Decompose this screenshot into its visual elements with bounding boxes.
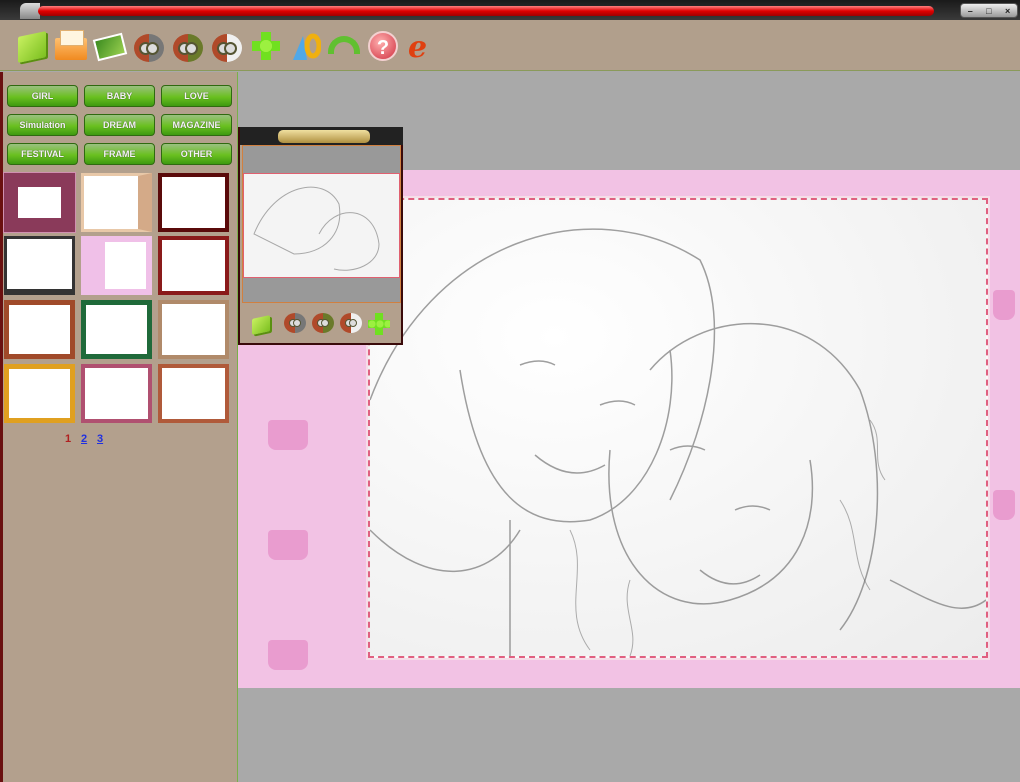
open-folder-icon: [18, 30, 46, 63]
sort-icon: [293, 33, 321, 60]
page-1-link[interactable]: 1: [65, 433, 71, 445]
effect-green-button[interactable]: [170, 28, 205, 63]
open-folder-icon: [252, 315, 270, 335]
frame-thumbnail[interactable]: [81, 300, 152, 359]
picture-edit-icon: [92, 32, 128, 61]
frame-thumbnail[interactable]: [3, 172, 76, 233]
window-controls: – □ ×: [960, 3, 1018, 18]
mail-button[interactable]: [53, 28, 88, 63]
undo-button[interactable]: [326, 28, 361, 63]
frame-thumbnail[interactable]: [81, 173, 152, 232]
frame-thumbnail[interactable]: [4, 236, 75, 295]
navigator-photo-thumbnail: [243, 173, 400, 278]
cake-decoration: [268, 420, 308, 450]
minimize-button[interactable]: –: [968, 6, 973, 16]
website-button[interactable]: e: [404, 28, 439, 65]
page-2-link[interactable]: 2: [81, 433, 87, 445]
owl-white-icon: [212, 33, 242, 62]
ie-icon: e: [408, 29, 428, 65]
maximize-button[interactable]: □: [986, 6, 991, 16]
frame-thumbnail[interactable]: [158, 364, 229, 423]
title-progress-bar: [38, 6, 934, 16]
edit-picture-button[interactable]: [92, 28, 128, 63]
category-simulation-button[interactable]: Simulation: [7, 114, 78, 136]
category-love-button[interactable]: LOVE: [161, 85, 232, 107]
sketch-photo[interactable]: [366, 196, 990, 660]
navigator-title-bar[interactable]: [240, 127, 403, 145]
frame-thumbnail[interactable]: [81, 236, 152, 295]
sort-button[interactable]: [287, 28, 322, 63]
owl-white-icon: [340, 313, 362, 333]
move-arrows-icon: [252, 31, 280, 60]
toolbar: ? e: [0, 20, 1020, 71]
frame-library-panel: GIRL BABY LOVE Simulation DREAM MAGAZINE…: [0, 72, 238, 782]
title-grip: [20, 3, 40, 19]
effect-white-button[interactable]: [209, 28, 244, 63]
category-baby-button[interactable]: BABY: [84, 85, 155, 107]
frame-thumbnail[interactable]: [81, 364, 152, 423]
navigator-effect-white-button[interactable]: [340, 313, 366, 339]
navigator-effect-green-button[interactable]: [312, 313, 338, 339]
frame-thumbnail[interactable]: [158, 173, 229, 232]
navigator-grip: [278, 130, 370, 143]
category-magazine-button[interactable]: MAGAZINE: [161, 114, 232, 136]
category-festival-button[interactable]: FESTIVAL: [7, 143, 78, 165]
navigator-move-button[interactable]: [368, 313, 394, 339]
frame-thumbnail[interactable]: [4, 300, 75, 359]
move-button[interactable]: [248, 28, 283, 63]
owl-green-icon: [173, 33, 203, 62]
navigator-window: [238, 127, 403, 345]
category-other-button[interactable]: OTHER: [161, 143, 232, 165]
category-dream-button[interactable]: DREAM: [84, 114, 155, 136]
frame-thumbnail[interactable]: [158, 236, 229, 295]
owl-gray-icon: [284, 313, 306, 333]
cake-decoration: [993, 490, 1015, 520]
close-button[interactable]: ×: [1005, 6, 1010, 16]
effect-gray-button[interactable]: [131, 28, 166, 63]
cake-decoration: [268, 530, 308, 560]
help-icon: ?: [368, 30, 398, 61]
title-bar[interactable]: – □ ×: [0, 0, 1020, 20]
undo-icon: [328, 35, 360, 54]
help-button[interactable]: ?: [365, 28, 400, 63]
sketch-drawing: [369, 228, 987, 657]
envelope-icon: [55, 29, 87, 60]
cake-decoration: [268, 640, 308, 670]
navigator-preview[interactable]: [242, 145, 401, 303]
navigator-open-button[interactable]: [250, 313, 276, 339]
navigator-effect-gray-button[interactable]: [284, 313, 310, 339]
category-frame-button[interactable]: FRAME: [84, 143, 155, 165]
category-girl-button[interactable]: GIRL: [7, 85, 78, 107]
frame-thumbnail[interactable]: [158, 300, 229, 359]
navigator-sketch: [253, 186, 380, 271]
owl-green-icon: [312, 313, 334, 333]
page-3-link[interactable]: 3: [97, 433, 103, 445]
open-button[interactable]: [14, 28, 49, 63]
frame-thumbnail[interactable]: [4, 364, 75, 423]
owl-gray-icon: [134, 33, 164, 62]
cake-decoration: [993, 290, 1015, 320]
move-arrows-icon: [368, 313, 390, 335]
